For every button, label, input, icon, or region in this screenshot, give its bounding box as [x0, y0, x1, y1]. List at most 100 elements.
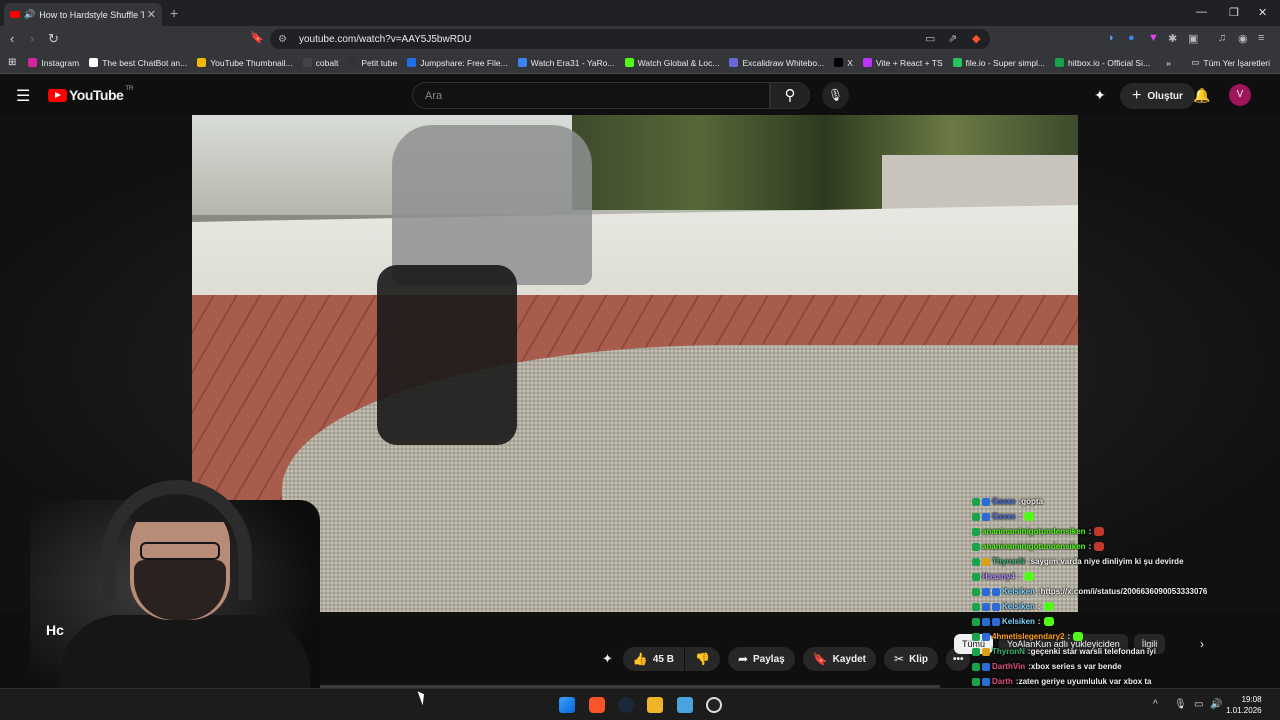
volume-icon[interactable]: 🔊: [1210, 699, 1222, 710]
extension-icon[interactable]: ✦: [1094, 87, 1106, 104]
share-button[interactable]: ➦ Paylaş: [727, 647, 795, 671]
bookmark-page-icon[interactable]: 🔖: [250, 31, 264, 44]
chat-text: xbox series s var bende: [1030, 662, 1122, 671]
bookmark-item[interactable]: Vite + React + TS: [862, 58, 943, 68]
chat-emote-icon: [1094, 542, 1105, 551]
site-info-icon[interactable]: ⚙: [278, 34, 287, 45]
bookmark-favicon-icon: [28, 58, 38, 67]
close-tab-icon[interactable]: ✕: [147, 8, 156, 21]
chat-message: ananinaminigotundensiken:: [972, 524, 1232, 539]
voice-search-button[interactable]: 🎙: [822, 82, 849, 109]
brave-shield-icon[interactable]: ◆: [972, 32, 980, 45]
url-field[interactable]: ⚙ youtube.com/watch?v=AAY5J5bwRDU: [270, 29, 990, 49]
chat-separator: :: [1037, 602, 1041, 611]
bookmarks-bar: ⊞ Instagram The best ChatBot an... YouTube…: [0, 52, 1280, 74]
media-icon[interactable]: ♫: [1218, 32, 1226, 44]
like-count: 45 B: [652, 653, 674, 665]
bookmark-item[interactable]: Jumpshare: Free File...: [407, 58, 508, 68]
notifications-bell-icon[interactable]: 🔔: [1193, 87, 1210, 104]
new-tab-icon[interactable]: +: [170, 5, 178, 21]
extension-translate-icon[interactable]: ◗: [1108, 32, 1115, 44]
chat-badge-icon: [982, 587, 990, 596]
file-explorer-icon[interactable]: [647, 697, 663, 713]
bookmark-item[interactable]: Watch Era31 - YaRo...: [517, 58, 615, 68]
search-button[interactable]: ⚲: [770, 82, 810, 109]
chat-badge-icon: [972, 497, 980, 506]
network-icon[interactable]: ▭: [1194, 699, 1203, 710]
chat-badge-icon: [972, 647, 980, 656]
speaker-icon[interactable]: 🔊: [24, 9, 35, 20]
bookmark-item[interactable]: YouTube Thumbnail...: [197, 58, 293, 68]
system-clock[interactable]: 19:08 1.01.2026: [1226, 694, 1262, 716]
forward-icon[interactable]: ›: [30, 31, 34, 46]
search-icon: ⚲: [784, 87, 796, 104]
share-page-icon[interactable]: ⇗: [948, 32, 957, 45]
save-button[interactable]: 🔖 Kaydet: [802, 647, 877, 671]
hamburger-menu-icon[interactable]: ☰: [16, 86, 30, 106]
video-frame-dancer-legs: [377, 265, 517, 445]
cast-icon[interactable]: ▭: [925, 32, 935, 45]
chat-separator: :: [1067, 632, 1071, 641]
back-icon[interactable]: ‹: [10, 31, 14, 46]
windows-start-icon[interactable]: [559, 697, 575, 713]
bookmark-label: Excalidraw Whitebo...: [742, 57, 825, 68]
bookmark-item[interactable]: Petit tube: [348, 58, 397, 68]
video-player[interactable]: [192, 115, 1078, 612]
like-button[interactable]: 👍 45 B: [622, 647, 684, 671]
bookmark-item[interactable]: Excalidraw Whitebo...: [729, 58, 824, 68]
extension-vpn-icon[interactable]: ●: [1128, 32, 1135, 44]
search-input[interactable]: Ara: [412, 82, 770, 109]
sidebar-icon[interactable]: ▣: [1188, 32, 1198, 45]
dislike-button[interactable]: 👎: [684, 647, 720, 671]
chat-username: 4hmetislegendary2: [992, 632, 1065, 641]
brave-browser-icon[interactable]: [589, 697, 605, 713]
tray-expand-icon[interactable]: ^: [1153, 699, 1158, 710]
bookmark-favicon-icon: [517, 58, 527, 67]
steam-icon[interactable]: [618, 697, 634, 713]
avatar[interactable]: V: [1229, 84, 1251, 106]
bookmark-item[interactable]: cobalt: [302, 57, 339, 68]
chat-badge-icon: [992, 587, 1000, 596]
search-placeholder: Ara: [425, 89, 443, 102]
create-button[interactable]: + Oluştur: [1120, 83, 1195, 109]
apps-grid-icon[interactable]: ⊞: [8, 57, 16, 68]
logo-text: YouTube: [69, 87, 124, 103]
obs-icon[interactable]: [706, 697, 722, 713]
chat-emote-icon: [1023, 572, 1034, 581]
mail-icon[interactable]: [677, 697, 693, 713]
wallet-icon[interactable]: ◉: [1238, 32, 1248, 45]
reload-icon[interactable]: ↻: [48, 31, 59, 47]
all-bookmarks[interactable]: ▭ Tüm Yer İşaretleri: [1191, 57, 1270, 68]
clip-button[interactable]: ✂ Klip: [884, 647, 938, 671]
chat-message: ThyronN: saygım varda niye dinliyim ki ş…: [972, 554, 1232, 569]
bookmark-item[interactable]: Watch Global & Loc...: [624, 58, 719, 68]
restore-icon[interactable]: ❐: [1229, 6, 1239, 19]
more-bookmarks-icon[interactable]: »: [1166, 58, 1171, 68]
bookmark-label: file.io - Super simpl...: [965, 57, 1046, 68]
bookmark-favicon-icon: [407, 58, 417, 67]
extensions-icon[interactable]: ✱: [1168, 32, 1177, 45]
bookmark-item[interactable]: file.io - Super simpl...: [952, 57, 1046, 68]
minimize-icon[interactable]: —: [1196, 6, 1207, 18]
bookmark-item[interactable]: The best ChatBot an...: [89, 58, 187, 68]
chat-username: Kelsiken: [1002, 587, 1035, 596]
bookmark-item[interactable]: hitbox.io - Official Si...: [1055, 58, 1150, 68]
youtube-logo[interactable]: YouTube TR: [48, 86, 133, 103]
chat-message: ThyronN: geçenki star warsli telefondan …: [972, 644, 1232, 659]
browser-tab[interactable]: 🔊 How to Hardstyle Shuffle Tut ✕: [4, 3, 162, 26]
chat-badge-icon: [972, 587, 980, 596]
bookmark-item[interactable]: Instagram: [28, 58, 79, 68]
close-window-icon[interactable]: ✕: [1258, 6, 1267, 19]
chat-badge-icon: [972, 602, 980, 611]
bookmark-favicon-icon: [348, 58, 358, 67]
extension-action-icon[interactable]: ✦: [602, 651, 613, 667]
video-frame-dancer-torso: [392, 125, 592, 285]
menu-icon[interactable]: ≡: [1258, 32, 1264, 44]
bookmark-label: cobalt: [315, 57, 339, 68]
bookmark-item[interactable]: X: [834, 58, 853, 68]
extension-shield-icon[interactable]: ▼: [1148, 32, 1159, 44]
youtube-header: ☰ YouTube TR Ara ⚲ 🎙 ✦ + Oluştur 🔔 V: [0, 75, 1280, 115]
microphone-tray-icon[interactable]: 🎙: [1174, 699, 1187, 710]
chat-separator: :: [1017, 572, 1021, 581]
chat-separator: :: [1088, 542, 1092, 551]
